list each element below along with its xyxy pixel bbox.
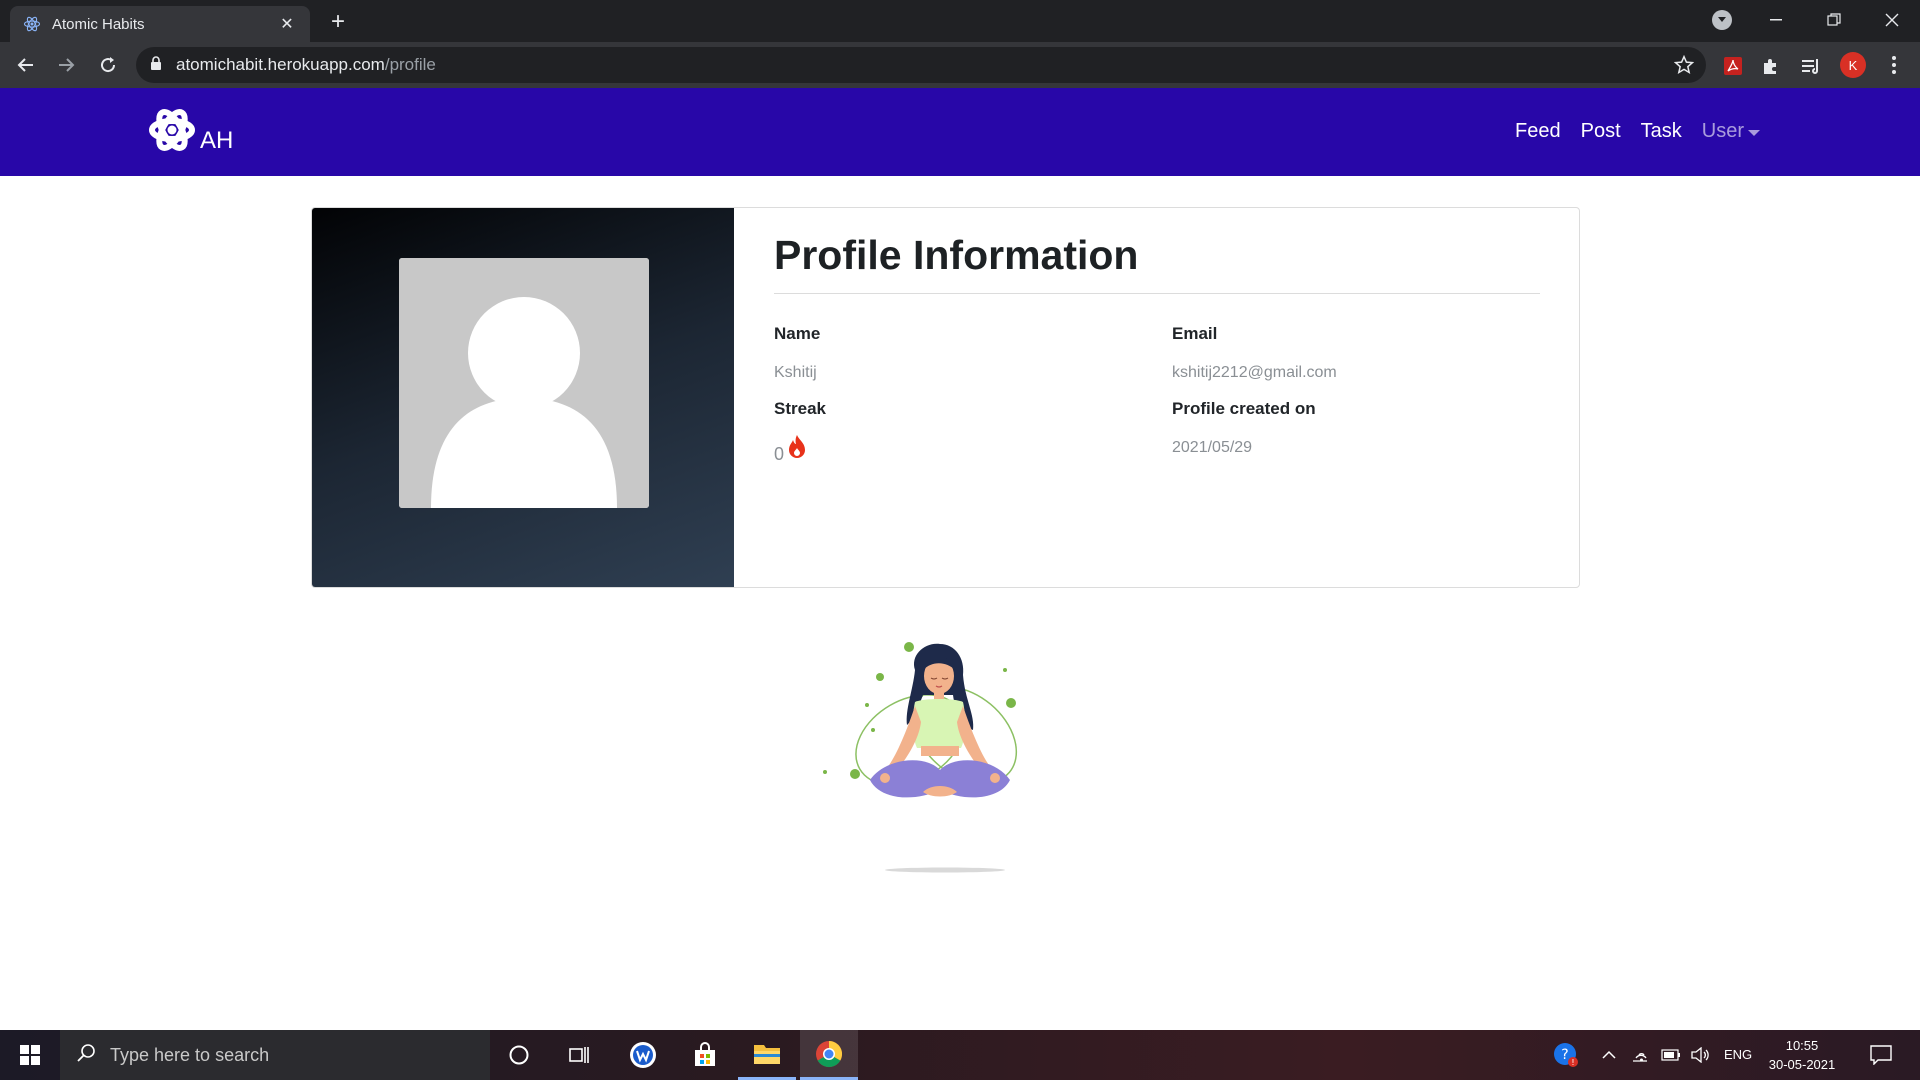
help-icon[interactable]: ?! (1546, 1030, 1586, 1080)
nav-link-user: User (1701, 120, 1744, 142)
task-view-icon[interactable] (550, 1030, 608, 1080)
tab-title: Atomic Habits (52, 15, 145, 33)
edge-browser-icon[interactable] (614, 1030, 672, 1080)
taskbar-clock[interactable]: 10:55 30-05-2021 (1762, 1036, 1842, 1074)
streak-label: Streak (774, 399, 826, 418)
reload-icon[interactable] (94, 51, 122, 79)
back-arrow-icon[interactable] (12, 51, 40, 79)
file-explorer-icon[interactable] (738, 1030, 796, 1080)
tab-close-icon[interactable]: ✕ (276, 13, 298, 35)
lock-icon[interactable] (150, 55, 162, 75)
clock-time: 10:55 (1785, 1038, 1819, 1053)
name-value: Kshitij (774, 364, 817, 381)
restore-icon[interactable] (1806, 0, 1862, 40)
fire-icon (787, 434, 807, 465)
wifi-icon[interactable] (1626, 1030, 1656, 1080)
profile-details: Profile Information Name Kshitij Email k… (774, 232, 1540, 474)
meditation-illustration (815, 630, 1045, 880)
profile-info-grid: Name Kshitij Email kshitij2212@gmail.com… (774, 324, 1540, 474)
default-avatar-image (399, 258, 649, 508)
notifications-icon[interactable] (1856, 1030, 1906, 1080)
address-bar[interactable]: atomichabit.herokuapp.com/profile (136, 47, 1706, 83)
streak-value: 0 (774, 444, 785, 464)
volume-icon[interactable] (1686, 1030, 1716, 1080)
search-icon (76, 1043, 96, 1068)
url-host: atomichabit.herokuapp.com (176, 55, 385, 74)
windows-start-icon[interactable] (0, 1030, 60, 1080)
new-tab-button[interactable]: + (324, 8, 352, 36)
chrome-taskbar-icon[interactable] (800, 1030, 858, 1080)
page-title: Profile Information (774, 232, 1540, 294)
nav-link-post[interactable]: Post (1581, 120, 1621, 143)
user-dropdown[interactable]: User (1702, 120, 1760, 143)
nav-link-task[interactable]: Task (1641, 120, 1682, 143)
browser-tab-strip: Atomic Habits ✕ + (0, 0, 1920, 42)
profile-card: Profile Information Name Kshitij Email k… (311, 207, 1580, 588)
search-placeholder: Type here to search (110, 1044, 270, 1065)
taskbar-search-input[interactable]: Type here to search (60, 1030, 490, 1080)
brand-text: AH (200, 127, 234, 154)
svg-text:!: ! (1571, 1058, 1574, 1067)
pdf-extension-icon[interactable] (1722, 55, 1744, 77)
windows-taskbar: Type here to search ?! ENG 10:55 30-05-2… (0, 1030, 1920, 1080)
browser-menu-icon[interactable] (1884, 54, 1904, 76)
brand-logo[interactable]: AH (148, 104, 233, 161)
nav-links: Feed Post Task User (1515, 120, 1760, 143)
profile-card-sidebar (312, 208, 734, 587)
react-atom-icon (22, 14, 42, 34)
streak-value-group: 0 (774, 434, 807, 465)
nav-link-feed[interactable]: Feed (1515, 120, 1561, 143)
browser-toolbar: atomichabit.herokuapp.com/profile K (0, 42, 1920, 88)
created-label: Profile created on (1172, 399, 1316, 418)
chevron-up-icon[interactable] (1592, 1030, 1626, 1080)
battery-icon[interactable] (1656, 1030, 1686, 1080)
close-window-icon[interactable] (1864, 0, 1920, 40)
site-navbar: AH Feed Post Task User (0, 88, 1920, 176)
caret-down-icon (1748, 129, 1760, 136)
clock-date: 30-05-2021 (1768, 1057, 1836, 1072)
svg-text:?: ? (1561, 1047, 1568, 1063)
microsoft-store-icon[interactable] (676, 1030, 734, 1080)
browser-tab[interactable]: Atomic Habits ✕ (10, 6, 310, 42)
language-indicator[interactable]: ENG (1724, 1047, 1752, 1062)
email-value: kshitij2212@gmail.com (1172, 364, 1337, 381)
forward-arrow-icon[interactable] (52, 51, 80, 79)
minimize-icon[interactable] (1748, 0, 1804, 40)
extensions-puzzle-icon[interactable] (1760, 55, 1782, 77)
atom-logo-icon (148, 104, 196, 161)
bookmark-star-icon[interactable] (1673, 54, 1695, 80)
created-value: 2021/05/29 (1172, 439, 1253, 456)
name-label: Name (774, 324, 821, 343)
email-label: Email (1172, 324, 1218, 343)
browser-profile-avatar[interactable]: K (1840, 52, 1866, 78)
tab-search-icon[interactable] (1712, 10, 1732, 30)
cortana-icon[interactable] (490, 1030, 548, 1080)
reading-list-icon[interactable] (1800, 55, 1822, 77)
url-path: /profile (384, 55, 436, 74)
